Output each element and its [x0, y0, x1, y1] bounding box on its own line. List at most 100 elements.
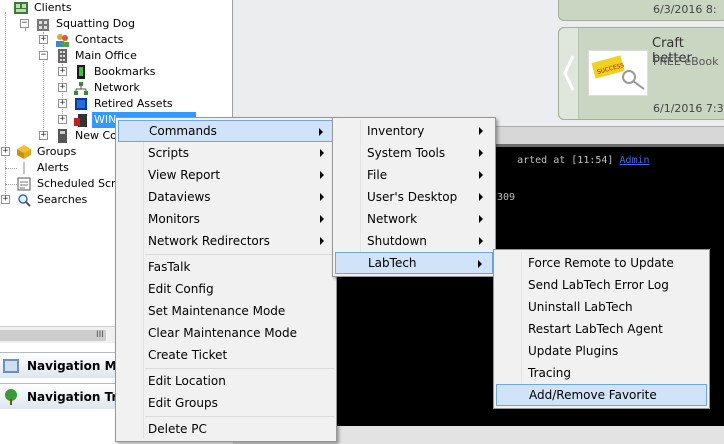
- menu-item-label: Edit Groups: [148, 396, 218, 410]
- menu-item-monitors[interactable]: Monitors: [118, 208, 334, 230]
- tree-item-main-office[interactable]: Main Office: [54, 48, 139, 64]
- menu-item-tracing[interactable]: Tracing: [496, 362, 707, 384]
- menu-item-commands[interactable]: Commands: [118, 120, 334, 142]
- menu-item-label: Update Plugins: [528, 344, 619, 358]
- success-key-icon: SUCCESS: [591, 55, 645, 90]
- tree-item-squatting-dog[interactable]: Squatting Dog: [35, 16, 137, 32]
- tree-icon: [2, 388, 20, 406]
- clients-icon: [13, 0, 29, 16]
- console-text: arted at [11:54]: [517, 155, 620, 166]
- menu-item-users-desktop[interactable]: User's Desktop: [335, 186, 493, 208]
- menu-item-edit-location[interactable]: Edit Location: [118, 370, 334, 392]
- menu-item-view-report[interactable]: View Report: [118, 164, 334, 186]
- tree-line: [43, 32, 44, 138]
- menu-item-inventory[interactable]: Inventory: [335, 120, 493, 142]
- menu-item-label: Scripts: [148, 146, 190, 160]
- menu-item-labtech[interactable]: LabTech: [335, 252, 493, 274]
- tree-line: [5, 12, 6, 202]
- console-user-link[interactable]: Admin: [619, 155, 649, 166]
- menu-item-dataviews[interactable]: Dataviews: [118, 186, 334, 208]
- navigation-menu-icon: [2, 357, 20, 375]
- menu-item-set-maintenance-mode[interactable]: Set Maintenance Mode: [118, 300, 334, 322]
- submenu-arrow-icon: [479, 215, 483, 223]
- feed-prev-arrow[interactable]: [559, 28, 579, 119]
- expand-toggle[interactable]: +: [58, 67, 67, 76]
- tree-item-bookmarks[interactable]: Bookmarks: [73, 64, 157, 80]
- submenu-arrow-icon: [320, 171, 324, 179]
- menu-item-edit-groups[interactable]: Edit Groups: [118, 392, 334, 414]
- menu-item-send-error-log[interactable]: Send LabTech Error Log: [496, 274, 707, 296]
- search-icon: [16, 192, 32, 208]
- menu-item-network-redirectors[interactable]: Network Redirectors: [118, 230, 334, 252]
- menu-separator: [145, 368, 334, 369]
- collapse-toggle[interactable]: −: [39, 51, 48, 60]
- submenu-arrow-icon: [319, 128, 323, 136]
- menu-item-label: File: [367, 168, 388, 182]
- menu-item-system-tools[interactable]: System Tools: [335, 142, 493, 164]
- tree-item-label: Main Office: [75, 49, 137, 62]
- menu-item-update-plugins[interactable]: Update Plugins: [496, 340, 707, 362]
- tree-item-groups[interactable]: Groups: [16, 144, 78, 160]
- scrollbar-thumb[interactable]: [0, 330, 106, 341]
- menu-item-label: Inventory: [367, 124, 425, 138]
- tree-item-label: Clients: [34, 1, 72, 14]
- tree-item-retired-assets[interactable]: Retired Assets: [73, 96, 175, 112]
- menu-item-create-ticket[interactable]: Create Ticket: [118, 344, 334, 366]
- menu-item-label: Create Ticket: [148, 348, 228, 362]
- menu-item-network[interactable]: Network: [335, 208, 493, 230]
- expand-toggle[interactable]: +: [58, 99, 67, 108]
- submenu-arrow-icon: [479, 171, 483, 179]
- submenu-arrow-icon: [320, 215, 324, 223]
- menu-item-shutdown[interactable]: Shutdown: [335, 230, 493, 252]
- menu-item-label: Network: [367, 212, 418, 226]
- tree-item-new-computers[interactable]: New Cor: [54, 128, 123, 144]
- tree-item-searches[interactable]: Searches: [16, 192, 89, 208]
- company-icon: [35, 16, 51, 32]
- menu-item-restart-agent[interactable]: Restart LabTech Agent: [496, 318, 707, 340]
- feed-thumbnail: SUCCESS: [588, 50, 648, 96]
- menu-item-force-remote-update[interactable]: Force Remote to Update: [496, 252, 707, 274]
- alert-icon: [16, 160, 32, 176]
- expand-toggle[interactable]: +: [39, 131, 48, 140]
- menu-item-delete-pc[interactable]: Delete PC: [118, 418, 334, 440]
- menu-item-file[interactable]: File: [335, 164, 493, 186]
- labtech-submenu: Force Remote to Update Send LabTech Erro…: [493, 249, 710, 409]
- menu-item-add-remove-favorite[interactable]: Add/Remove Favorite: [496, 384, 707, 406]
- tree-item-contacts[interactable]: Contacts: [54, 32, 126, 48]
- tree-item-label: Searches: [37, 193, 88, 206]
- menu-item-label: User's Desktop: [367, 190, 458, 204]
- menu-item-label: Restart LabTech Agent: [528, 322, 663, 336]
- bookmark-icon: [73, 64, 89, 80]
- menu-item-label: View Report: [148, 168, 221, 182]
- menu-item-label: Dataviews: [148, 190, 211, 204]
- menu-item-edit-config[interactable]: Edit Config: [118, 278, 334, 300]
- computer-context-menu: Commands Scripts View Report Dataviews M…: [115, 117, 337, 442]
- tree-item-clients[interactable]: Clients: [13, 0, 74, 16]
- console-line: 309: [497, 192, 516, 203]
- tree-item-network[interactable]: Network: [73, 80, 142, 96]
- groups-icon: [16, 144, 32, 160]
- tree-item-label: Alerts: [37, 161, 69, 174]
- feed-card[interactable]: 6/3/2016 8:: [558, 0, 724, 21]
- feed-date: 6/3/2016 8:: [653, 3, 717, 16]
- expand-toggle[interactable]: +: [58, 83, 67, 92]
- feed-card[interactable]: SUCCESS Craft better FREE eBook 6/1/2016…: [558, 27, 724, 120]
- feed-date: 6/1/2016 7:3: [653, 102, 724, 115]
- expand-toggle[interactable]: +: [1, 195, 10, 204]
- menu-item-label: Force Remote to Update: [528, 256, 674, 270]
- menu-item-label: Clear Maintenance Mode: [148, 326, 297, 340]
- menu-item-label: Network Redirectors: [148, 234, 270, 248]
- collapse-toggle[interactable]: −: [20, 19, 29, 28]
- menu-item-clear-maintenance-mode[interactable]: Clear Maintenance Mode: [118, 322, 334, 344]
- tree-item-label: Retired Assets: [94, 97, 173, 110]
- expand-toggle[interactable]: +: [58, 115, 67, 124]
- submenu-arrow-icon: [320, 149, 324, 157]
- expand-toggle[interactable]: +: [1, 147, 10, 156]
- expand-toggle[interactable]: +: [39, 35, 48, 44]
- menu-item-scripts[interactable]: Scripts: [118, 142, 334, 164]
- tree-item-alerts[interactable]: Alerts: [16, 160, 71, 176]
- menu-item-fastalk[interactable]: FasTalk: [118, 256, 334, 278]
- office-icon: [54, 48, 70, 64]
- tree-item-label: Squatting Dog: [56, 17, 135, 30]
- menu-item-uninstall-labtech[interactable]: Uninstall LabTech: [496, 296, 707, 318]
